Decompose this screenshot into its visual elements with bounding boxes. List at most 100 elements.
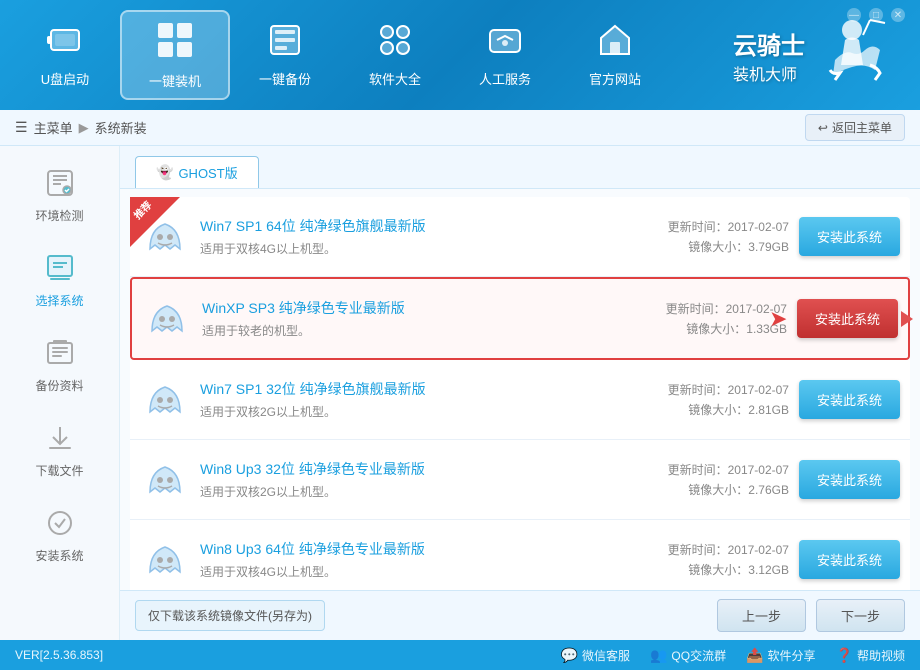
system-meta-1: 更新时间：2017-02-07 镜像大小：3.79GB (629, 218, 789, 255)
system-name-3[interactable]: Win7 SP1 32位 纯净绿色旗舰最新版 (200, 379, 619, 399)
usb-icon (47, 22, 83, 63)
ghost-icon-3 (140, 372, 190, 427)
sidebar-item-install[interactable]: 安装系统 (10, 496, 110, 576)
website-icon (597, 22, 633, 63)
back-button[interactable]: ↩ 返回主菜单 (805, 114, 905, 141)
system-item-2: WinXP SP3 纯净绿色专业最新版 适用于较老的机型。 更新时间：2017-… (130, 277, 910, 360)
sidebar-label-env: 环境检测 (35, 207, 83, 224)
nav-item-backup[interactable]: 一键备份 (230, 10, 340, 100)
system-update-5: 更新时间：2017-02-07 (629, 541, 789, 558)
download-icon (45, 423, 75, 456)
install-icon (45, 508, 75, 541)
nav-item-website[interactable]: 官方网站 (560, 10, 670, 100)
system-info-2: WinXP SP3 纯净绿色专业最新版 适用于较老的机型。 (202, 298, 617, 339)
sidebar-label-backup: 备份资料 (35, 377, 83, 394)
nav-label-usb: U盘启动 (41, 69, 89, 88)
breadcrumb-separator: ▶ (79, 120, 89, 136)
sidebar-item-backup[interactable]: 备份资料 (10, 326, 110, 406)
env-icon (45, 168, 75, 201)
system-desc-5: 适用于双核4G以上机型。 (200, 563, 619, 580)
wechat-icon: 💬 (561, 647, 578, 664)
install-button-1[interactable]: 安装此系统 (799, 217, 900, 256)
ghost-icon-4 (140, 452, 190, 507)
back-icon: ↩ (818, 121, 828, 135)
system-info-4: Win8 Up3 32位 纯净绿色专业最新版 适用于双核2G以上机型。 (200, 459, 619, 500)
nav-item-usb[interactable]: U盘启动 (10, 10, 120, 100)
sidebar-item-select[interactable]: 选择系统 (10, 241, 110, 321)
breadcrumb-current: 系统新装 (95, 118, 147, 137)
maximize-button[interactable]: □ (869, 8, 883, 22)
system-name-4[interactable]: Win8 Up3 32位 纯净绿色专业最新版 (200, 459, 619, 479)
nav-item-onekey[interactable]: 一键装机 (120, 10, 230, 100)
nav-label-website: 官方网站 (589, 69, 641, 88)
status-help[interactable]: ❓ 帮助视频 (836, 647, 905, 664)
system-size-3: 镜像大小：2.81GB (629, 401, 789, 418)
nav-label-backup: 一键备份 (259, 69, 311, 88)
nav-item-service[interactable]: 人工服务 (450, 10, 560, 100)
status-wechat[interactable]: 💬 微信客服 (561, 647, 630, 664)
window-controls: — □ ✕ (847, 8, 905, 22)
system-meta-3: 更新时间：2017-02-07 镜像大小：2.81GB (629, 381, 789, 418)
bottom-bar: 仅下载该系统镜像文件(另存为) 上一步 下一步 (120, 590, 920, 640)
sidebar-label-install: 安装系统 (35, 547, 83, 564)
system-size-1: 镜像大小：3.79GB (629, 238, 789, 255)
next-button[interactable]: 下一步 (816, 599, 905, 632)
system-info-3: Win7 SP1 32位 纯净绿色旗舰最新版 适用于双核2G以上机型。 (200, 379, 619, 420)
system-size-2: 镜像大小：1.33GB (627, 320, 787, 337)
tab-ghost[interactable]: 👻 GHOST版 (135, 156, 259, 188)
status-qq[interactable]: 👥 QQ交流群 (650, 647, 726, 664)
system-name-1[interactable]: Win7 SP1 64位 纯净绿色旗舰最新版 (200, 216, 619, 236)
qq-icon: 👥 (650, 647, 667, 664)
system-list: 推荐 Win7 SP1 64位 纯净绿色旗舰最新版 适用于双核4G以上机型。 更… (120, 189, 920, 590)
breadcrumb-home[interactable]: 主菜单 (34, 118, 73, 137)
status-share[interactable]: 📤 软件分享 (746, 647, 815, 664)
close-button[interactable]: ✕ (891, 8, 905, 22)
logo-text: 云骑士 装机大师 (733, 26, 805, 85)
system-desc-3: 适用于双核2G以上机型。 (200, 403, 619, 420)
breadcrumb: ☰ 主菜单 ▶ 系统新装 (15, 118, 147, 137)
system-name-2[interactable]: WinXP SP3 纯净绿色专业最新版 (202, 298, 617, 318)
download-only-button[interactable]: 仅下载该系统镜像文件(另存为) (135, 600, 325, 631)
onekey-icon (155, 20, 195, 65)
select-icon (45, 253, 75, 286)
version-text: VER[2.5.36.853] (15, 648, 103, 662)
sidebar-label-select: 选择系统 (35, 292, 83, 309)
minimize-button[interactable]: — (847, 8, 861, 22)
system-name-5[interactable]: Win8 Up3 64位 纯净绿色专业最新版 (200, 539, 619, 559)
status-bar: VER[2.5.36.853] 💬 微信客服 👥 QQ交流群 📤 软件分享 ❓ … (0, 640, 920, 670)
help-icon: ❓ (836, 647, 853, 664)
header-nav: U盘启动 一键装机 (10, 10, 733, 100)
menu-icon: ☰ (15, 119, 28, 136)
share-icon: 📤 (746, 647, 763, 664)
system-update-3: 更新时间：2017-02-07 (629, 381, 789, 398)
install-button-4[interactable]: 安装此系统 (799, 460, 900, 499)
nav-label-service: 人工服务 (479, 69, 531, 88)
sidebar: 环境检测 选择系统 (0, 146, 120, 640)
system-meta-2: 更新时间：2017-02-07 镜像大小：1.33GB (627, 300, 787, 337)
system-size-4: 镜像大小：2.76GB (629, 481, 789, 498)
sidebar-label-download: 下载文件 (35, 462, 83, 479)
system-desc-2: 适用于较老的机型。 (202, 322, 617, 339)
system-update-4: 更新时间：2017-02-07 (629, 461, 789, 478)
main-layout: 环境检测 选择系统 (0, 146, 920, 640)
logo-knight-icon (815, 15, 890, 95)
ghost-tab-icon: 👻 (156, 164, 173, 181)
system-size-5: 镜像大小：3.12GB (629, 561, 789, 578)
prev-button[interactable]: 上一步 (717, 599, 806, 632)
ghost-icon-5 (140, 532, 190, 587)
ghost-icon-2 (142, 291, 192, 346)
content-area: 👻 GHOST版 推荐 Win7 SP1 64位 纯净绿色旗舰最新版 适用于双核… (120, 146, 920, 640)
install-button-5[interactable]: 安装此系统 (799, 540, 900, 579)
sidebar-item-env[interactable]: 环境检测 (10, 156, 110, 236)
nav-label-onekey: 一键装机 (149, 71, 201, 90)
status-items: 💬 微信客服 👥 QQ交流群 📤 软件分享 ❓ 帮助视频 (561, 647, 905, 664)
sidebar-item-download[interactable]: 下载文件 (10, 411, 110, 491)
system-desc-1: 适用于双核4G以上机型。 (200, 240, 619, 257)
header: — □ ✕ U盘启动 (0, 0, 920, 110)
install-button-3[interactable]: 安装此系统 (799, 380, 900, 419)
software-icon (377, 22, 413, 63)
system-update-2: 更新时间：2017-02-07 (627, 300, 787, 317)
logo-area: 云骑士 装机大师 (733, 15, 910, 95)
nav-item-software[interactable]: 软件大全 (340, 10, 450, 100)
install-button-2[interactable]: 安装此系统 (797, 299, 898, 338)
